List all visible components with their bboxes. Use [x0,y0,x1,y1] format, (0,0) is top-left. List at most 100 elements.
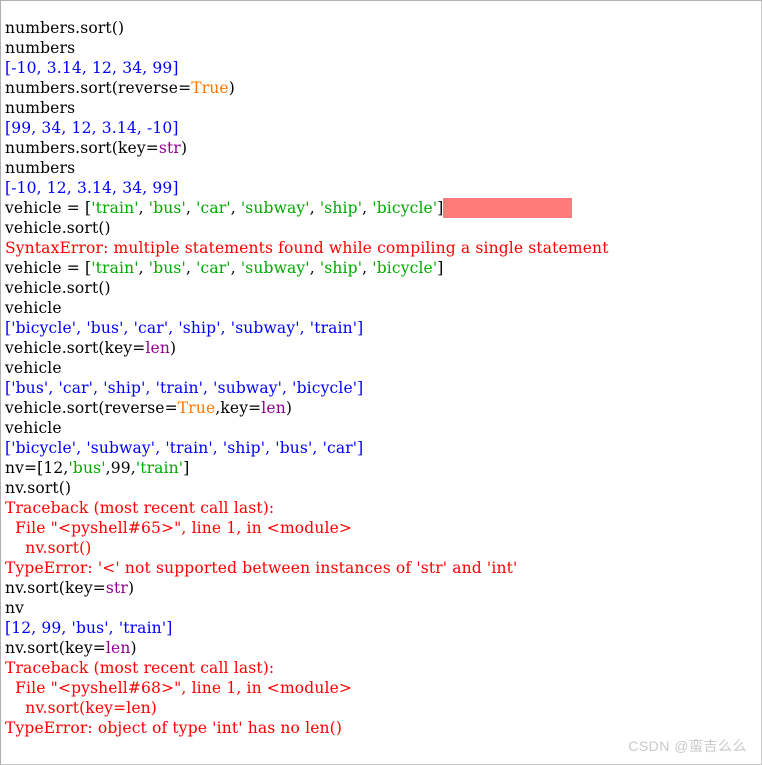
shell-token: [-10, 12, 3.14, 34, 99] [5,179,179,197]
shell-token: ) [285,399,293,417]
shell-line[interactable]: SyntaxError: multiple statements found w… [5,238,761,258]
shell-token: [12, 99, 'bus', 'train'] [5,619,173,637]
shell-line[interactable]: numbers.sort(key=str) [5,138,761,158]
python-shell-window: numbers.sort() numbers [-10, 3.14, 12, 34,… [0,0,762,765]
shell-line[interactable]: Traceback (most recent call last): [5,498,761,518]
shell-line[interactable]: vehicle [5,298,761,318]
shell-token: 'subway' [240,259,310,277]
shell-token: vehicle.sort(reverse= [5,399,178,417]
shell-line[interactable]: nv.sort() [5,538,761,558]
shell-token: numbers.sort(reverse= [5,79,192,97]
shell-token: vehicle.sort(key= [5,339,146,357]
shell-line[interactable]: [-10, 3.14, 12, 34, 99] [5,58,761,78]
shell-token: True [191,79,229,97]
shell-token: , [230,259,241,277]
shell-token: 'ship' [319,199,363,217]
shell-token: vehicle.sort() [5,279,111,297]
shell-token: str [158,139,181,157]
shell-line[interactable]: nv.sort() [5,478,761,498]
shell-token: ) [170,339,177,357]
shell-token: 'train' [135,459,184,477]
shell-token: numbers [5,99,76,117]
csdn-watermark: CSDN @蛮吉么么 [628,738,747,754]
shell-line[interactable]: nv=[12,'bus',99,'train'] [5,458,761,478]
shell-line[interactable]: vehicle = ['train', 'bus', 'car', 'subwa… [5,198,761,218]
shell-line[interactable]: Traceback (most recent call last): [5,658,761,678]
shell-token: File "<pyshell#68>", line 1, in <module> [5,679,353,697]
shell-token: numbers [5,159,76,177]
shell-token: 'bus' [68,459,106,477]
shell-line[interactable]: nv.sort(key=len) [5,638,761,658]
shell-line[interactable]: TypeError: object of type 'int' has no l… [5,718,761,738]
shell-token: , [230,199,241,217]
shell-token: 'train' [91,199,139,217]
shell-line[interactable]: vehicle.sort(reverse=True,key=len) [5,398,761,418]
shell-line[interactable]: nv [5,598,761,618]
shell-line[interactable]: vehicle [5,358,761,378]
shell-line[interactable]: nv.sort(key=len) [5,698,761,718]
shell-token: , [362,199,373,217]
shell-line[interactable]: vehicle.sort(key=len) [5,338,761,358]
shell-token: ) [180,139,188,157]
shell-line[interactable]: numbers.sort() [5,18,761,38]
shell-token: len [105,639,131,657]
shell-token: , [185,199,197,217]
shell-token: 'train' [91,259,139,277]
shell-token: numbers [5,39,76,57]
shell-token: [-10, 3.14, 12, 34, 99] [5,59,179,77]
shell-token: str [105,579,128,597]
shell-token: len [145,339,171,357]
shell-line[interactable]: vehicle [5,418,761,438]
shell-token: nv.sort() [5,539,92,557]
shell-line[interactable]: vehicle.sort() [5,218,761,238]
shell-line[interactable]: [99, 34, 12, 3.14, -10] [5,118,761,138]
shell-token: len [261,399,286,417]
shell-line[interactable]: numbers [5,158,761,178]
shell-token: vehicle [5,359,62,377]
shell-token: nv.sort() [5,479,72,497]
shell-token: ) [130,639,137,657]
shell-token: , [138,199,149,217]
shell-token: TypeError: '<' not supported between ins… [5,559,518,577]
shell-line[interactable]: TypeError: '<' not supported between ins… [5,558,761,578]
shell-line[interactable]: ['bicycle', 'bus', 'car', 'ship', 'subwa… [5,318,761,338]
shell-token: nv.sort(key= [5,579,106,597]
shell-line[interactable]: nv.sort(key=str) [5,578,761,598]
shell-token: ] [183,459,190,477]
shell-line[interactable]: numbers [5,38,761,58]
shell-line[interactable]: [-10, 12, 3.14, 34, 99] [5,178,761,198]
shell-token: Traceback (most recent call last): [5,659,275,677]
shell-line[interactable]: ['bicycle', 'subway', 'train', 'ship', '… [5,438,761,458]
shell-token: 'bicycle' [372,259,438,277]
shell-token: vehicle = [ [5,259,92,277]
shell-token: 'car' [196,199,231,217]
shell-token: vehicle [5,419,62,437]
shell-line[interactable]: vehicle.sort() [5,278,761,298]
shell-token: ) [127,579,135,597]
shell-line[interactable]: ['bus', 'car', 'ship', 'train', 'subway'… [5,378,761,398]
shell-token: , [138,259,149,277]
shell-line[interactable]: numbers [5,98,761,118]
shell-token: numbers.sort() [5,19,125,37]
shell-token: nv [5,599,25,617]
shell-token: SyntaxError: multiple statements found w… [5,239,609,257]
shell-line[interactable]: [12, 99, 'bus', 'train'] [5,618,761,638]
shell-token: 'ship' [319,259,363,277]
shell-token: 'subway' [240,199,310,217]
shell-token: , [362,259,373,277]
shell-token: File "<pyshell#65>", line 1, in <module> [5,519,353,537]
shell-line[interactable]: File "<pyshell#68>", line 1, in <module> [5,678,761,698]
shell-token: 'bus' [148,199,186,217]
shell-token: TypeError: object of type 'int' has no l… [5,719,343,737]
shell-token: nv=[12, [5,459,69,477]
shell-line[interactable]: vehicle = ['train', 'bus', 'car', 'subwa… [5,258,761,278]
shell-token: ['bicycle', 'bus', 'car', 'ship', 'subwa… [5,319,364,337]
shell-token: 'car' [196,259,231,277]
shell-token: vehicle [5,299,62,317]
shell-token: nv.sort(key=len) [5,699,157,717]
shell-token: nv.sort(key= [5,639,106,657]
shell-token: , [309,259,320,277]
shell-transcript[interactable]: numbers.sort() numbers [-10, 3.14, 12, 34,… [5,18,761,764]
shell-line[interactable]: numbers.sort(reverse=True) [5,78,761,98]
shell-line[interactable]: File "<pyshell#65>", line 1, in <module> [5,518,761,538]
